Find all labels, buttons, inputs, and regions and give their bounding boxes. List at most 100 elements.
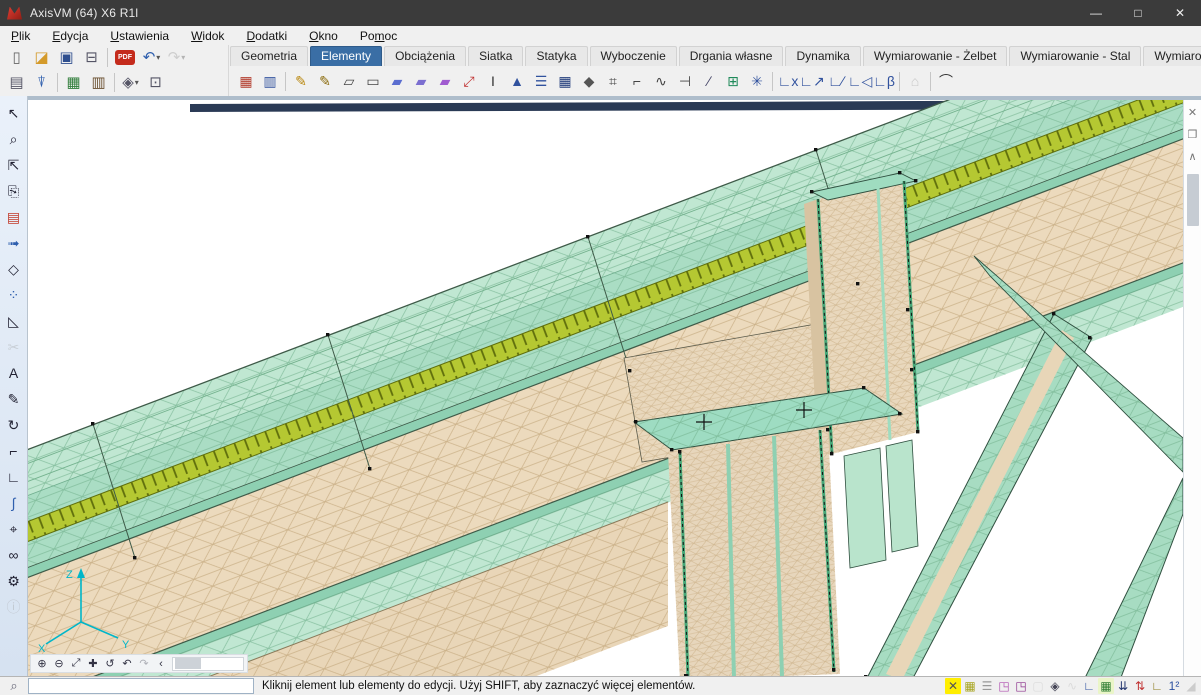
menu-dodatki[interactable]: Dodatki	[235, 28, 298, 44]
drawing-library-button[interactable]: ◈▾	[118, 71, 143, 94]
nodal-support-button[interactable]: ▲	[505, 69, 529, 93]
surface-support-button[interactable]: ▦	[553, 69, 577, 93]
local-z-direction-button[interactable]: ∟∕	[824, 69, 848, 93]
parts-button[interactable]: ⎘	[3, 180, 25, 202]
report-maker-button[interactable]: ▥	[86, 71, 111, 94]
dropdown-caret[interactable]: ▾	[156, 54, 160, 62]
view-rotate-button[interactable]: ↺	[102, 657, 118, 671]
tab-wymiarowanie-stal[interactable]: Wymiarowanie - Stal	[1009, 46, 1141, 66]
domain-3d-button[interactable]: ▰	[433, 69, 457, 93]
grid-snap-toggle[interactable]: ▦	[962, 678, 978, 694]
truss-element-button[interactable]: ∕	[697, 69, 721, 93]
layer-manager-button[interactable]: ▤	[4, 71, 29, 94]
menu-pomoc[interactable]: Pomoc	[349, 28, 408, 44]
stories-button[interactable]: ⍒	[29, 71, 54, 94]
material-table-button[interactable]: ▦	[234, 69, 258, 93]
menu-okno[interactable]: Okno	[298, 28, 349, 44]
edit-plane-button[interactable]: ✎	[3, 388, 25, 410]
settings-button[interactable]: ⚙	[3, 570, 25, 592]
view-zoom-out-button[interactable]: ⊖	[51, 657, 67, 671]
color-coding-button[interactable]: ▤	[3, 206, 25, 228]
tab-geometria[interactable]: Geometria	[230, 46, 308, 66]
domain-button[interactable]: ▱	[337, 69, 361, 93]
local-axes-toggle[interactable]: ∟	[1081, 678, 1097, 694]
zoom-button[interactable]: ⌕	[3, 128, 25, 150]
table-browser-button[interactable]: ▦	[61, 71, 86, 94]
mesh-display-toggle[interactable]: ▦	[1098, 678, 1114, 694]
cross-section-table-button[interactable]: ▥	[258, 69, 282, 93]
tab-drgania-wlasne[interactable]: Drgania własne	[679, 46, 784, 66]
open-file-button[interactable]: ◪	[29, 46, 54, 69]
local-beta-angle-button[interactable]: ∟β	[872, 69, 896, 93]
degrees-of-freedom-button[interactable]: ✳	[745, 69, 769, 93]
select-cursor-button[interactable]: ↖	[3, 102, 25, 124]
horizontal-scrollbar-thumb[interactable]	[175, 658, 201, 669]
view-zoom-in-button[interactable]: ⊕	[34, 657, 50, 671]
view-pan-button[interactable]: ✚	[85, 657, 101, 671]
menu-plik[interactable]: Plik	[0, 28, 41, 44]
pdf-export-button[interactable]: PDF	[115, 50, 135, 65]
table-list-toggle[interactable]: ☰	[979, 678, 995, 694]
line-elements-button[interactable]: ⤢	[457, 69, 481, 93]
fitting-button[interactable]: ⌐	[3, 440, 25, 462]
menu-edycja[interactable]: Edycja	[41, 28, 99, 44]
tab-wymiarowanie-zelbet[interactable]: Wymiarowanie - Żelbet	[863, 46, 1008, 66]
tab-statyka[interactable]: Statyka	[525, 46, 587, 66]
viewport-close-button[interactable]: ✕	[1186, 104, 1200, 120]
link-elements-button[interactable]: ⌗	[601, 69, 625, 93]
close-button[interactable]: ✕	[1159, 0, 1201, 26]
rotate-button[interactable]: ↻	[3, 414, 25, 436]
geometry-tools-button[interactable]: ◺	[3, 310, 25, 332]
viewport-restore-button[interactable]: ❐	[1186, 126, 1200, 142]
vertical-arrows-toggle[interactable]: ⇊	[1115, 678, 1131, 694]
tab-wymiarowanie-drewno[interactable]: Wymiarowanie - Drewno	[1143, 46, 1201, 66]
line-support-button[interactable]: ☰	[529, 69, 553, 93]
model-viewport[interactable]: Z X Y ✕ ❐ ∧ ⊕⊖⤢✚↺↶↷‹	[28, 96, 1201, 676]
translate-button[interactable]: ➟	[3, 232, 25, 254]
unit-exponent-toggle[interactable]: 1²	[1166, 678, 1182, 694]
selection-delete-toggle[interactable]: ✕	[945, 678, 961, 694]
views-button[interactable]: ⇱	[3, 154, 25, 176]
local-direction-button[interactable]: ∟↗	[800, 69, 824, 93]
menu-ustawienia[interactable]: Ustawienia	[99, 28, 180, 44]
domain-intersect-button[interactable]: ▰	[385, 69, 409, 93]
domain-union-button[interactable]: ▰	[409, 69, 433, 93]
print-button[interactable]: ⊟	[79, 46, 104, 69]
sort-arrows-toggle[interactable]: ⇅	[1132, 678, 1148, 694]
surface-elements-button[interactable]: I	[481, 69, 505, 93]
view-undo-button[interactable]: ↶	[119, 657, 135, 671]
minimize-button[interactable]: —	[1075, 0, 1117, 26]
search-input[interactable]	[28, 678, 254, 694]
array-copy-button[interactable]: ⁘	[3, 284, 25, 306]
steps-button[interactable]: ∟	[3, 466, 25, 488]
node-modifier-toggle[interactable]: ◈	[1047, 678, 1063, 694]
tab-wyboczenie[interactable]: Wyboczenie	[590, 46, 677, 66]
tab-elementy[interactable]: Elementy	[310, 46, 382, 66]
new-file-button[interactable]: ▯	[4, 46, 29, 69]
scroll-up-button[interactable]: ∧	[1186, 148, 1200, 164]
domain-with-hole-button[interactable]: ▭	[361, 69, 385, 93]
save-file-button[interactable]: ▣	[54, 46, 79, 69]
local-reference-button[interactable]: ∟◁	[848, 69, 872, 93]
tab-siatka[interactable]: Siatka	[468, 46, 523, 66]
edge-hinge-button[interactable]: ⌐	[625, 69, 649, 93]
tab-obciazenia[interactable]: Obciążenia	[384, 46, 466, 66]
section-line-button[interactable]: ∫	[3, 492, 25, 514]
horizontal-scrollbar[interactable]	[172, 657, 244, 671]
node-mesh-button[interactable]: ⊞	[721, 69, 745, 93]
view-zoom-fit-button[interactable]: ⤢	[68, 657, 84, 671]
bridge-monitor-button[interactable]: ⌒	[934, 69, 958, 93]
axes-small-toggle[interactable]: ∟	[1149, 678, 1165, 694]
display-options-button[interactable]: ∞	[3, 544, 25, 566]
collapse-button[interactable]: ‹	[153, 657, 169, 671]
draw-directly-button[interactable]: ✎	[289, 69, 313, 93]
tab-dynamika[interactable]: Dynamika	[785, 46, 860, 66]
local-x-direction-button[interactable]: ∟x	[776, 69, 800, 93]
undo-button[interactable]: ↶▾	[139, 46, 164, 69]
dimension-lines-button[interactable]: A	[3, 362, 25, 384]
maximize-button[interactable]: □	[1117, 0, 1159, 26]
dropdown-caret[interactable]: ▾	[181, 54, 185, 62]
workplane-toggle[interactable]: ◳	[996, 678, 1012, 694]
render-button[interactable]: ⌖	[3, 518, 25, 540]
modify-node-button[interactable]: ◇	[3, 258, 25, 280]
